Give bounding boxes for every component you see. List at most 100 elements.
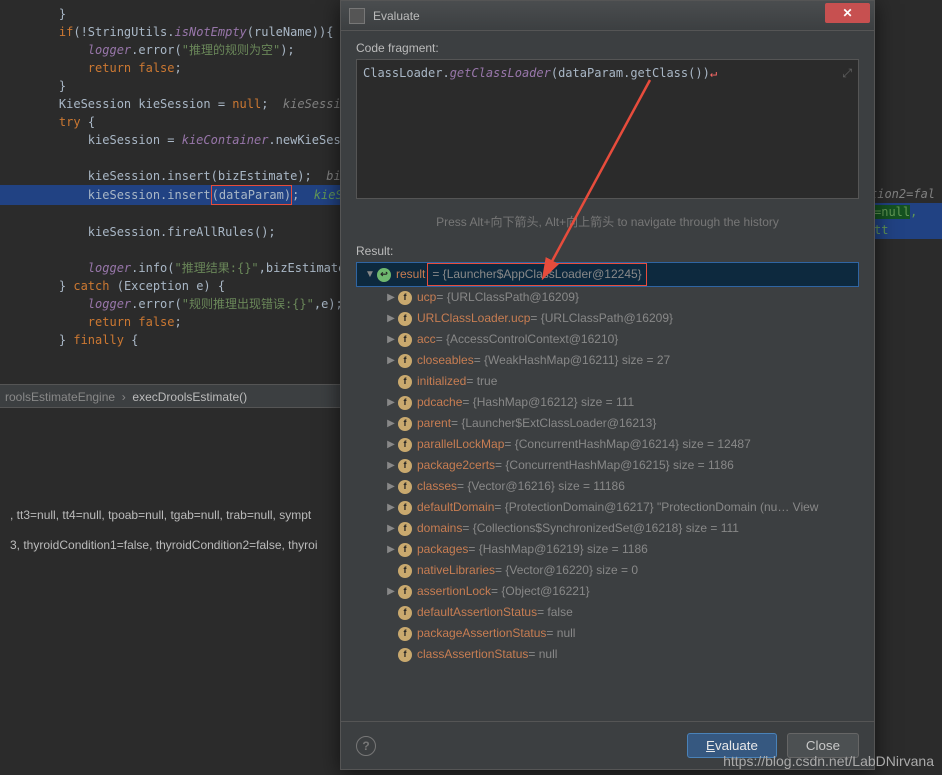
- field-name: assertionLock: [417, 581, 491, 602]
- tree-row[interactable]: f initialized = true: [356, 371, 859, 392]
- code-fragment-label: Code fragment:: [356, 41, 859, 55]
- expand-arrow-icon[interactable]: ▶: [386, 518, 396, 539]
- field-icon: f: [398, 501, 412, 515]
- field-name: package2certs: [417, 455, 495, 476]
- field-name: defaultAssertionStatus: [417, 602, 537, 623]
- expand-arrow-icon[interactable]: ▶: [386, 413, 396, 434]
- field-icon: f: [398, 312, 412, 326]
- field-value: = {Collections$SynchronizedSet@16218} si…: [462, 518, 739, 539]
- field-icon: f: [398, 564, 412, 578]
- history-hint: Press Alt+向下箭头, Alt+向上箭头 to navigate thr…: [356, 213, 859, 230]
- tree-row[interactable]: f classAssertionStatus = null: [356, 644, 859, 665]
- result-label: Result:: [356, 244, 859, 258]
- field-name: result: [396, 264, 425, 285]
- field-value: = {URLClassPath@16209}: [436, 287, 579, 308]
- window-close-button[interactable]: ✕: [825, 3, 870, 23]
- field-name: packages: [417, 539, 468, 560]
- expand-arrow-icon[interactable]: ▶: [386, 497, 396, 518]
- tree-row[interactable]: ▶fdefaultDomain = {ProtectionDomain@1621…: [356, 497, 859, 518]
- field-icon: f: [398, 459, 412, 473]
- field-value: = {HashMap@16212} size = 111: [462, 392, 634, 413]
- field-value: = {Launcher$AppClassLoader@12245}: [427, 263, 646, 286]
- expand-arrow-icon[interactable]: ▶: [386, 287, 396, 308]
- tree-row[interactable]: ▶fpackage2certs = {ConcurrentHashMap@162…: [356, 455, 859, 476]
- tree-row[interactable]: ▶f classes = {Vector@16216} size = 11186: [356, 476, 859, 497]
- field-icon: f: [398, 627, 412, 641]
- tree-row[interactable]: fpackageAssertionStatus = null: [356, 623, 859, 644]
- field-value: = {Launcher$ExtClassLoader@16213}: [451, 413, 656, 434]
- help-icon[interactable]: ?: [356, 736, 376, 756]
- field-name: closeables: [417, 350, 474, 371]
- tree-row[interactable]: ▶f closeables = {WeakHashMap@16211} size …: [356, 350, 859, 371]
- result-tree[interactable]: ▼↩ result = {Launcher$AppClassLoader@1224…: [356, 262, 859, 665]
- tree-row[interactable]: ▶fparallelLockMap = {ConcurrentHashMap@1…: [356, 434, 859, 455]
- tree-row[interactable]: ▼↩ result = {Launcher$AppClassLoader@1224…: [356, 262, 859, 287]
- tree-row[interactable]: ▶fucp = {URLClassPath@16209}: [356, 287, 859, 308]
- maximize-icon[interactable]: ⤢: [842, 66, 852, 81]
- field-name: domains: [417, 518, 462, 539]
- field-icon: f: [398, 333, 412, 347]
- breadcrumb[interactable]: roolsEstimateEngine › execDroolsEstimate…: [0, 384, 340, 408]
- field-value: = {Object@16221}: [491, 581, 590, 602]
- tree-row[interactable]: ▶f assertionLock = {Object@16221}: [356, 581, 859, 602]
- tree-row[interactable]: ▶f domains = {Collections$SynchronizedSet…: [356, 518, 859, 539]
- tree-row[interactable]: ▶f URLClassLoader.ucp = {URLClassPath@162…: [356, 308, 859, 329]
- tree-row[interactable]: f defaultAssertionStatus = false: [356, 602, 859, 623]
- tree-row[interactable]: ▶f pdcache = {HashMap@16212} size = 111: [356, 392, 859, 413]
- field-value: = false: [537, 602, 573, 623]
- app-icon: [349, 8, 365, 24]
- field-icon: f: [398, 585, 412, 599]
- field-value: = {Vector@16220} size = 0: [495, 560, 638, 581]
- expand-arrow-icon[interactable]: ▶: [386, 308, 396, 329]
- titlebar[interactable]: Evaluate ✕: [341, 1, 874, 31]
- code-editor[interactable]: } if(!StringUtils.isNotEmpty(ruleName)){…: [0, 0, 340, 400]
- field-icon: f: [398, 543, 412, 557]
- field-icon: f: [398, 480, 412, 494]
- field-name: parallelLockMap: [417, 434, 504, 455]
- expand-arrow-icon[interactable]: ▶: [386, 392, 396, 413]
- expand-arrow-icon[interactable]: ▶: [386, 476, 396, 497]
- tree-row[interactable]: ▶f packages = {HashMap@16219} size = 1186: [356, 539, 859, 560]
- field-name: nativeLibraries: [417, 560, 495, 581]
- field-icon: f: [398, 375, 412, 389]
- field-name: URLClassLoader.ucp: [417, 308, 530, 329]
- field-name: classes: [417, 476, 457, 497]
- debug-output-panel[interactable]: , tt3=null, tt4=null, tpoab=null, tgab=n…: [0, 490, 340, 570]
- field-name: parent: [417, 413, 451, 434]
- expand-arrow-icon[interactable]: ▶: [386, 581, 396, 602]
- field-name: pdcache: [417, 392, 462, 413]
- field-value: = {AccessControlContext@16210}: [436, 329, 619, 350]
- field-name: acc: [417, 329, 436, 350]
- tree-row[interactable]: f nativeLibraries = {Vector@16220} size =…: [356, 560, 859, 581]
- field-value: = {WeakHashMap@16211} size = 27: [474, 350, 671, 371]
- expand-arrow-icon[interactable]: ▶: [386, 350, 396, 371]
- expand-arrow-icon[interactable]: ▶: [386, 455, 396, 476]
- field-icon: f: [398, 606, 412, 620]
- field-icon: f: [398, 438, 412, 452]
- field-name: initialized: [417, 371, 466, 392]
- field-value: = true: [466, 371, 497, 392]
- result-icon: ↩: [377, 268, 391, 282]
- field-value: = {Vector@16216} size = 11186: [457, 476, 625, 497]
- field-icon: f: [398, 396, 412, 410]
- expand-arrow-icon[interactable]: ▶: [386, 329, 396, 350]
- field-name: packageAssertionStatus: [417, 623, 546, 644]
- field-icon: f: [398, 291, 412, 305]
- expand-arrow-icon[interactable]: ▶: [386, 434, 396, 455]
- field-icon: f: [398, 648, 412, 662]
- tree-row[interactable]: ▶fparent = {Launcher$ExtClassLoader@1621…: [356, 413, 859, 434]
- field-icon: f: [398, 354, 412, 368]
- field-value: = {URLClassPath@16209}: [530, 308, 673, 329]
- dialog-title: Evaluate: [373, 9, 420, 23]
- field-name: defaultDomain: [417, 497, 494, 518]
- field-icon: f: [398, 417, 412, 431]
- field-icon: f: [398, 522, 412, 536]
- expand-arrow-icon[interactable]: ▼: [365, 264, 375, 285]
- field-value: = null: [528, 644, 557, 665]
- expression-input[interactable]: ClassLoader.getClassLoader(dataParam.get…: [356, 59, 859, 199]
- expand-arrow-icon[interactable]: ▶: [386, 539, 396, 560]
- code-editor-right-edge: tion2=fal =null, tt: [870, 185, 942, 239]
- field-value: = {HashMap@16219} size = 1186: [468, 539, 647, 560]
- tree-row[interactable]: ▶facc = {AccessControlContext@16210}: [356, 329, 859, 350]
- field-name: classAssertionStatus: [417, 644, 528, 665]
